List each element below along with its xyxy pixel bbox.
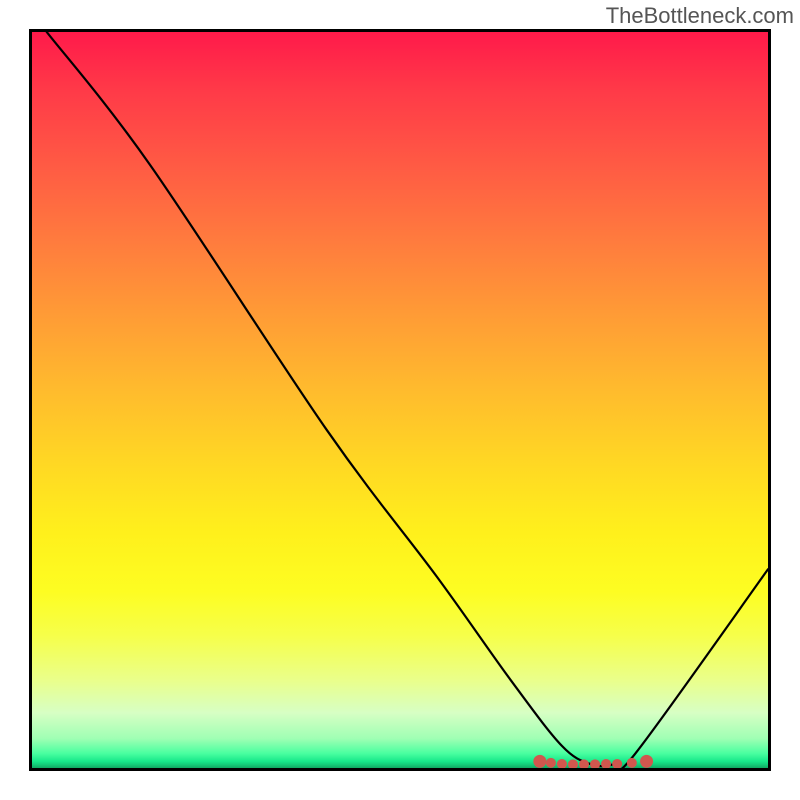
watermark-text: TheBottleneck.com — [606, 3, 794, 29]
chart-plot-area — [29, 29, 771, 771]
chart-overlay-svg — [32, 32, 768, 768]
optimum-dot — [627, 758, 637, 768]
optimum-dot — [612, 759, 622, 768]
optimum-dot — [640, 755, 653, 768]
optimum-dot — [557, 759, 567, 768]
optimum-dot-group — [533, 755, 653, 768]
optimum-dot — [601, 759, 611, 768]
optimum-dot — [533, 755, 546, 768]
bottleneck-curve — [47, 32, 768, 768]
optimum-dot — [568, 759, 578, 768]
optimum-dot — [590, 759, 600, 768]
optimum-dot — [546, 758, 556, 768]
